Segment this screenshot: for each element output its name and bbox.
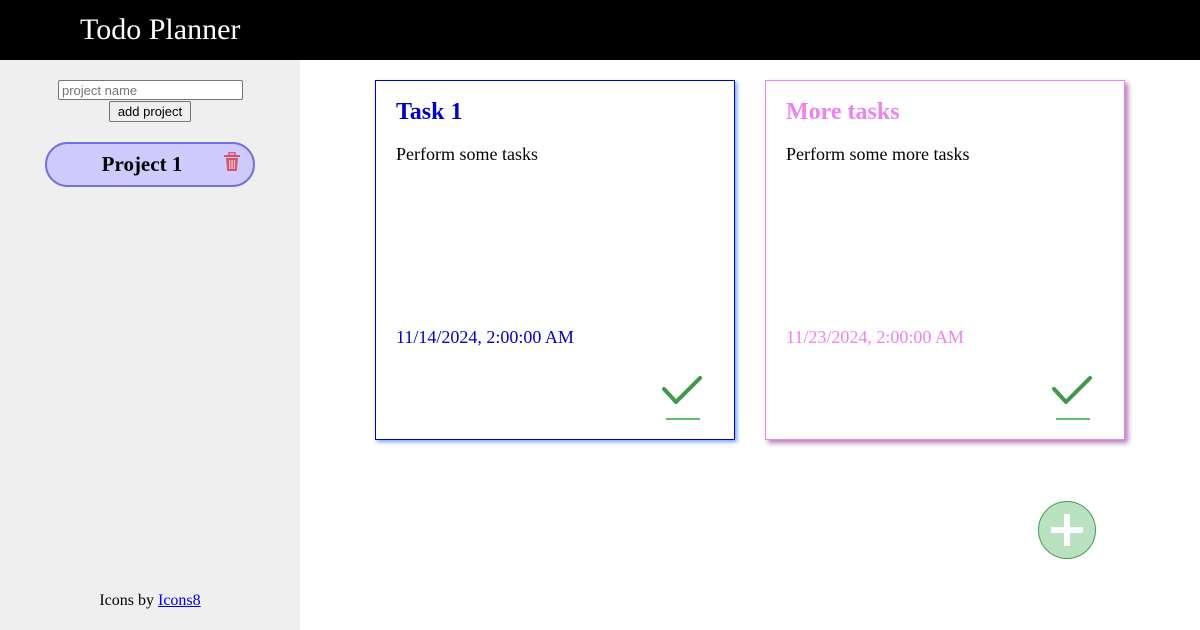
- task-card: More tasks Perform some more tasks 11/23…: [765, 80, 1125, 440]
- project-item[interactable]: Project 1: [45, 142, 255, 187]
- sidebar: add project Project 1 Icons by Icons8: [0, 60, 300, 630]
- trash-icon[interactable]: [223, 151, 241, 172]
- attribution-text: Icons by: [99, 592, 158, 609]
- icons8-link[interactable]: Icons8: [158, 592, 201, 609]
- task-title: Task 1: [396, 99, 463, 125]
- checkmark-icon[interactable]: [1052, 375, 1096, 421]
- task-card: Task 1 Perform some tasks 11/14/2024, 2:…: [375, 80, 735, 440]
- add-task-button[interactable]: [1038, 501, 1096, 559]
- task-due-date: 11/14/2024, 2:00:00 AM: [396, 327, 574, 347]
- task-description: Perform some more tasks: [786, 144, 970, 164]
- checkmark-icon[interactable]: [662, 375, 706, 421]
- add-project-button[interactable]: add project: [109, 101, 191, 122]
- top-bar: Todo Planner: [0, 0, 1200, 60]
- icons-attribution: Icons by Icons8: [0, 592, 300, 610]
- task-description: Perform some tasks: [396, 144, 538, 164]
- task-due-date: 11/23/2024, 2:00:00 AM: [786, 327, 964, 347]
- project-name-input[interactable]: [58, 80, 243, 100]
- app-title: Todo Planner: [80, 13, 241, 46]
- task-title: More tasks: [786, 99, 900, 125]
- project-label: Project 1: [101, 152, 183, 176]
